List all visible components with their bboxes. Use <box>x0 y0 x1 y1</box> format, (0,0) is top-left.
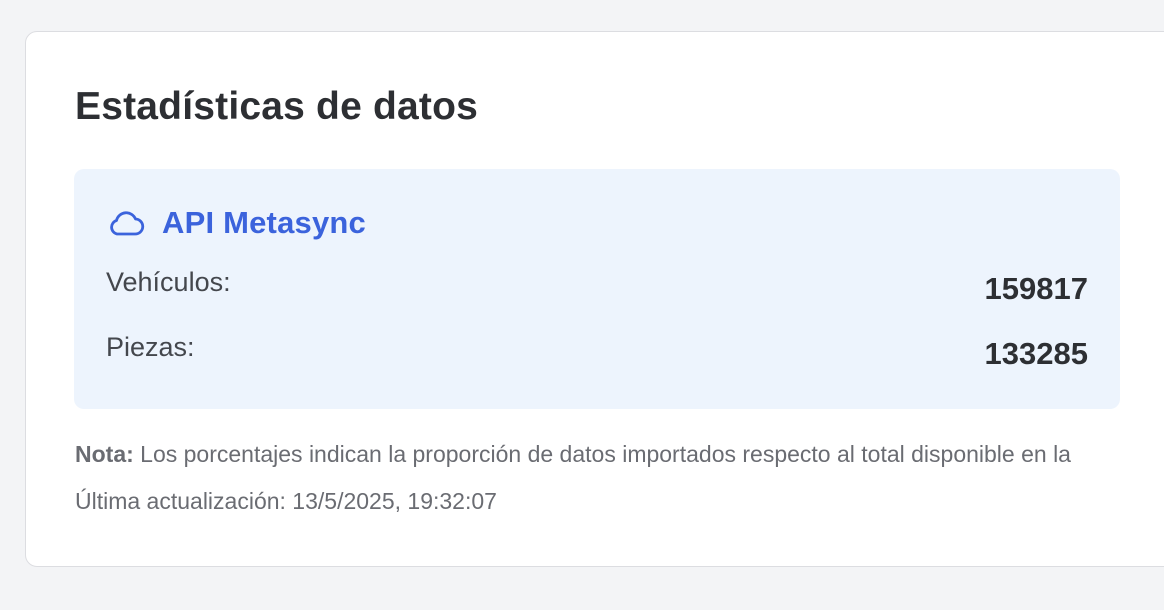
note-text: Nota: Los porcentajes indican la proporc… <box>75 441 1071 468</box>
source-panel-metasync: API Metasync Vehículos: 159817 Piezas: 1… <box>74 169 1120 409</box>
data-stats-card: Estadísticas de datos API Metasync Vehíc… <box>25 31 1164 567</box>
stat-value: 159817 <box>984 271 1088 306</box>
stat-value: 133285 <box>984 336 1088 371</box>
last-updated-value: 13/5/2025, 19:32:07 <box>285 488 497 514</box>
stat-row-parts: Piezas: 133285 <box>106 332 1088 372</box>
last-updated: Última actualización: 13/5/2025, 19:32:0… <box>75 488 497 515</box>
note-prefix: Nota: <box>75 441 134 467</box>
cloud-icon <box>110 211 145 236</box>
last-updated-label: Última actualización: <box>75 488 286 514</box>
card-title: Estadísticas de datos <box>75 85 479 128</box>
stat-label: Piezas: <box>106 332 195 362</box>
source-name: API Metasync <box>162 205 366 240</box>
stat-row-vehicles: Vehículos: 159817 <box>106 267 1088 307</box>
stat-label: Vehículos: <box>106 267 231 297</box>
note-body: Los porcentajes indican la proporción de… <box>133 441 1071 467</box>
source-header: API Metasync <box>107 205 366 241</box>
